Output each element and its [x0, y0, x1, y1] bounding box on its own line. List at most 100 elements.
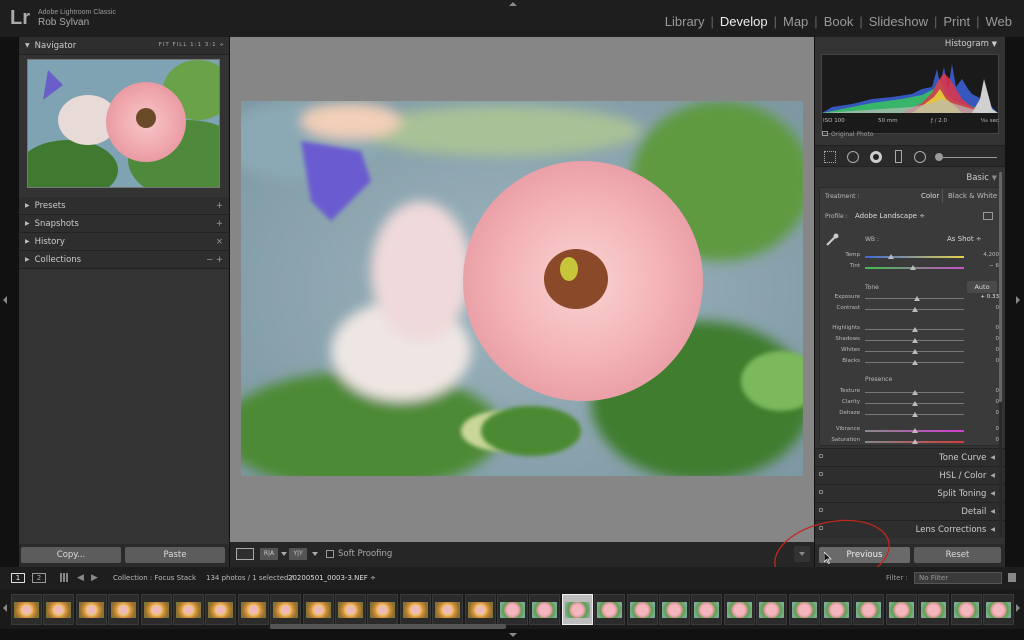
slider-track[interactable] [865, 256, 964, 258]
wb-dropdown[interactable]: As Shot ÷ [947, 235, 982, 243]
add-preset-icon[interactable]: + [216, 201, 223, 211]
filmstrip-thumbnail[interactable] [108, 594, 140, 625]
module-book[interactable]: Book [818, 14, 860, 29]
slider-handle[interactable] [911, 428, 918, 433]
filmstrip-thumbnail[interactable] [335, 594, 366, 625]
filmstrip-thumbnail[interactable] [723, 594, 755, 625]
treatment-bw[interactable]: Black & White [948, 192, 997, 200]
profile-dropdown[interactable]: Adobe Landscape ÷ [855, 212, 925, 220]
slider-value[interactable]: 4,200 [983, 252, 999, 258]
navigator-preview[interactable] [27, 59, 220, 188]
collapse-right-arrow-icon[interactable] [1016, 296, 1020, 304]
slider-handle[interactable] [909, 265, 916, 270]
slider-contrast[interactable]: Contrast 0 [815, 304, 1001, 315]
auto-tone-button[interactable]: Auto [967, 281, 997, 293]
secondary-window-button[interactable]: 2 [32, 573, 46, 583]
paste-settings-button[interactable]: Paste [125, 547, 225, 563]
slider-vibrance[interactable]: Vibrance 0 [815, 425, 1001, 436]
basic-title[interactable]: Basic ▼ [966, 173, 997, 183]
dropdown-arrow-icon[interactable] [281, 552, 287, 556]
filmstrip-scrollbar[interactable] [270, 624, 506, 629]
navigator-zoom-options[interactable]: FIT FILL 1:1 3:1 ÷ [159, 42, 225, 48]
filmstrip-thumbnail[interactable] [43, 594, 75, 625]
slider-value[interactable]: 0 [996, 399, 1000, 405]
filmstrip-thumbnail[interactable] [529, 594, 561, 625]
slider-value[interactable]: 0 [996, 336, 1000, 342]
slider-value[interactable]: 0 [996, 305, 1000, 311]
spot-removal-icon[interactable] [847, 151, 859, 163]
before-after-toggle-b[interactable]: Y|Y [289, 548, 307, 560]
slider-saturation[interactable]: Saturation 0 [815, 436, 1001, 447]
before-after-toggle-a[interactable]: R|A [260, 548, 278, 560]
filmstrip-thumbnail[interactable] [497, 594, 528, 625]
filmstrip-thumbnail[interactable] [205, 594, 237, 625]
slider-value[interactable]: 0 [996, 437, 1000, 443]
primary-window-button[interactable]: 1 [11, 573, 25, 583]
crop-tool-icon[interactable] [824, 151, 836, 163]
module-print[interactable]: Print [937, 14, 976, 29]
filmstrip-thumbnail[interactable] [464, 594, 496, 625]
adjustment-brush-icon[interactable] [935, 153, 943, 161]
selected-filename[interactable]: 20200501_0003-3.NEF ÷ [288, 574, 376, 582]
slider-value[interactable]: 0 [996, 410, 1000, 416]
slider-handle[interactable] [914, 296, 921, 301]
slider-shadows[interactable]: Shadows 0 [815, 335, 1001, 346]
slider-value[interactable]: − 6 [989, 263, 999, 269]
radial-filter-icon[interactable] [914, 151, 926, 163]
identity-plate[interactable]: Rob Sylvan [38, 17, 89, 28]
collection-source[interactable]: Collection : Focus Stack [113, 574, 196, 582]
filmstrip-thumbnail[interactable] [788, 594, 820, 625]
forward-arrow-icon[interactable]: ▶ [91, 573, 98, 583]
slider-value[interactable]: 0 [996, 388, 1000, 394]
panel-switch-icon[interactable] [819, 472, 823, 476]
slider-tint[interactable]: Tint − 6 [815, 262, 1001, 273]
add-snapshot-icon[interactable]: + [216, 219, 223, 229]
loupe-view-icon[interactable] [236, 548, 254, 560]
filmstrip-thumbnail[interactable] [11, 594, 42, 625]
slider-value[interactable]: 0 [996, 358, 1000, 364]
panel-switch-icon[interactable] [819, 454, 823, 458]
slider-value[interactable]: + 0.33 [980, 294, 999, 300]
filmstrip-thumbnail[interactable] [983, 594, 1014, 625]
module-slideshow[interactable]: Slideshow [863, 14, 934, 29]
slider-exposure[interactable]: Exposure + 0.33 [815, 293, 1001, 304]
slider-handle[interactable] [911, 338, 918, 343]
panel-switch-icon[interactable] [819, 508, 823, 512]
filmstrip[interactable] [0, 589, 1024, 629]
red-eye-icon[interactable] [870, 151, 882, 163]
treatment-color[interactable]: Color [921, 192, 939, 200]
reset-button[interactable]: Reset [914, 547, 1001, 563]
filmstrip-thumbnail[interactable] [885, 594, 917, 625]
presets-header[interactable]: ▶ Presets + [19, 197, 229, 215]
slider-handle[interactable] [911, 390, 918, 395]
slider-blacks[interactable]: Blacks 0 [815, 357, 1001, 368]
slider-handle[interactable] [911, 439, 918, 444]
filter-lock-icon[interactable] [1008, 573, 1016, 582]
grid-view-icon[interactable] [60, 573, 69, 582]
slider-handle[interactable] [887, 254, 894, 259]
collapse-left-arrow-icon[interactable] [3, 296, 7, 304]
filmstrip-thumbnail[interactable] [140, 594, 172, 625]
clear-history-icon[interactable]: × [216, 237, 223, 247]
back-arrow-icon[interactable]: ◀ [77, 573, 84, 583]
slider-handle[interactable] [911, 327, 918, 332]
filmstrip-thumbnail[interactable] [821, 594, 852, 625]
collapse-bottom-arrow-icon[interactable] [509, 633, 517, 637]
profile-browser-icon[interactable] [983, 212, 993, 220]
slider-highlights[interactable]: Highlights 0 [815, 324, 1001, 335]
slider-temp[interactable]: Temp 4,200 [815, 251, 1001, 262]
collections-header[interactable]: ▶ Collections − + [19, 251, 229, 269]
slider-handle[interactable] [911, 401, 918, 406]
collapse-top-arrow-icon[interactable] [509, 2, 517, 6]
filmstrip-thumbnail[interactable] [302, 594, 334, 625]
filmstrip-thumbnail[interactable] [853, 594, 885, 625]
slider-clarity[interactable]: Clarity 0 [815, 398, 1001, 409]
filmstrip-thumbnail[interactable] [75, 594, 107, 625]
filmstrip-right-arrow-icon[interactable] [1016, 604, 1020, 612]
module-library[interactable]: Library [659, 14, 711, 29]
graduated-filter-icon[interactable] [895, 150, 902, 163]
collections-actions[interactable]: − + [206, 255, 223, 265]
module-web[interactable]: Web [980, 14, 1019, 29]
filmstrip-thumbnail[interactable] [918, 594, 950, 625]
histogram-title[interactable]: Histogram ▼ [945, 39, 997, 49]
